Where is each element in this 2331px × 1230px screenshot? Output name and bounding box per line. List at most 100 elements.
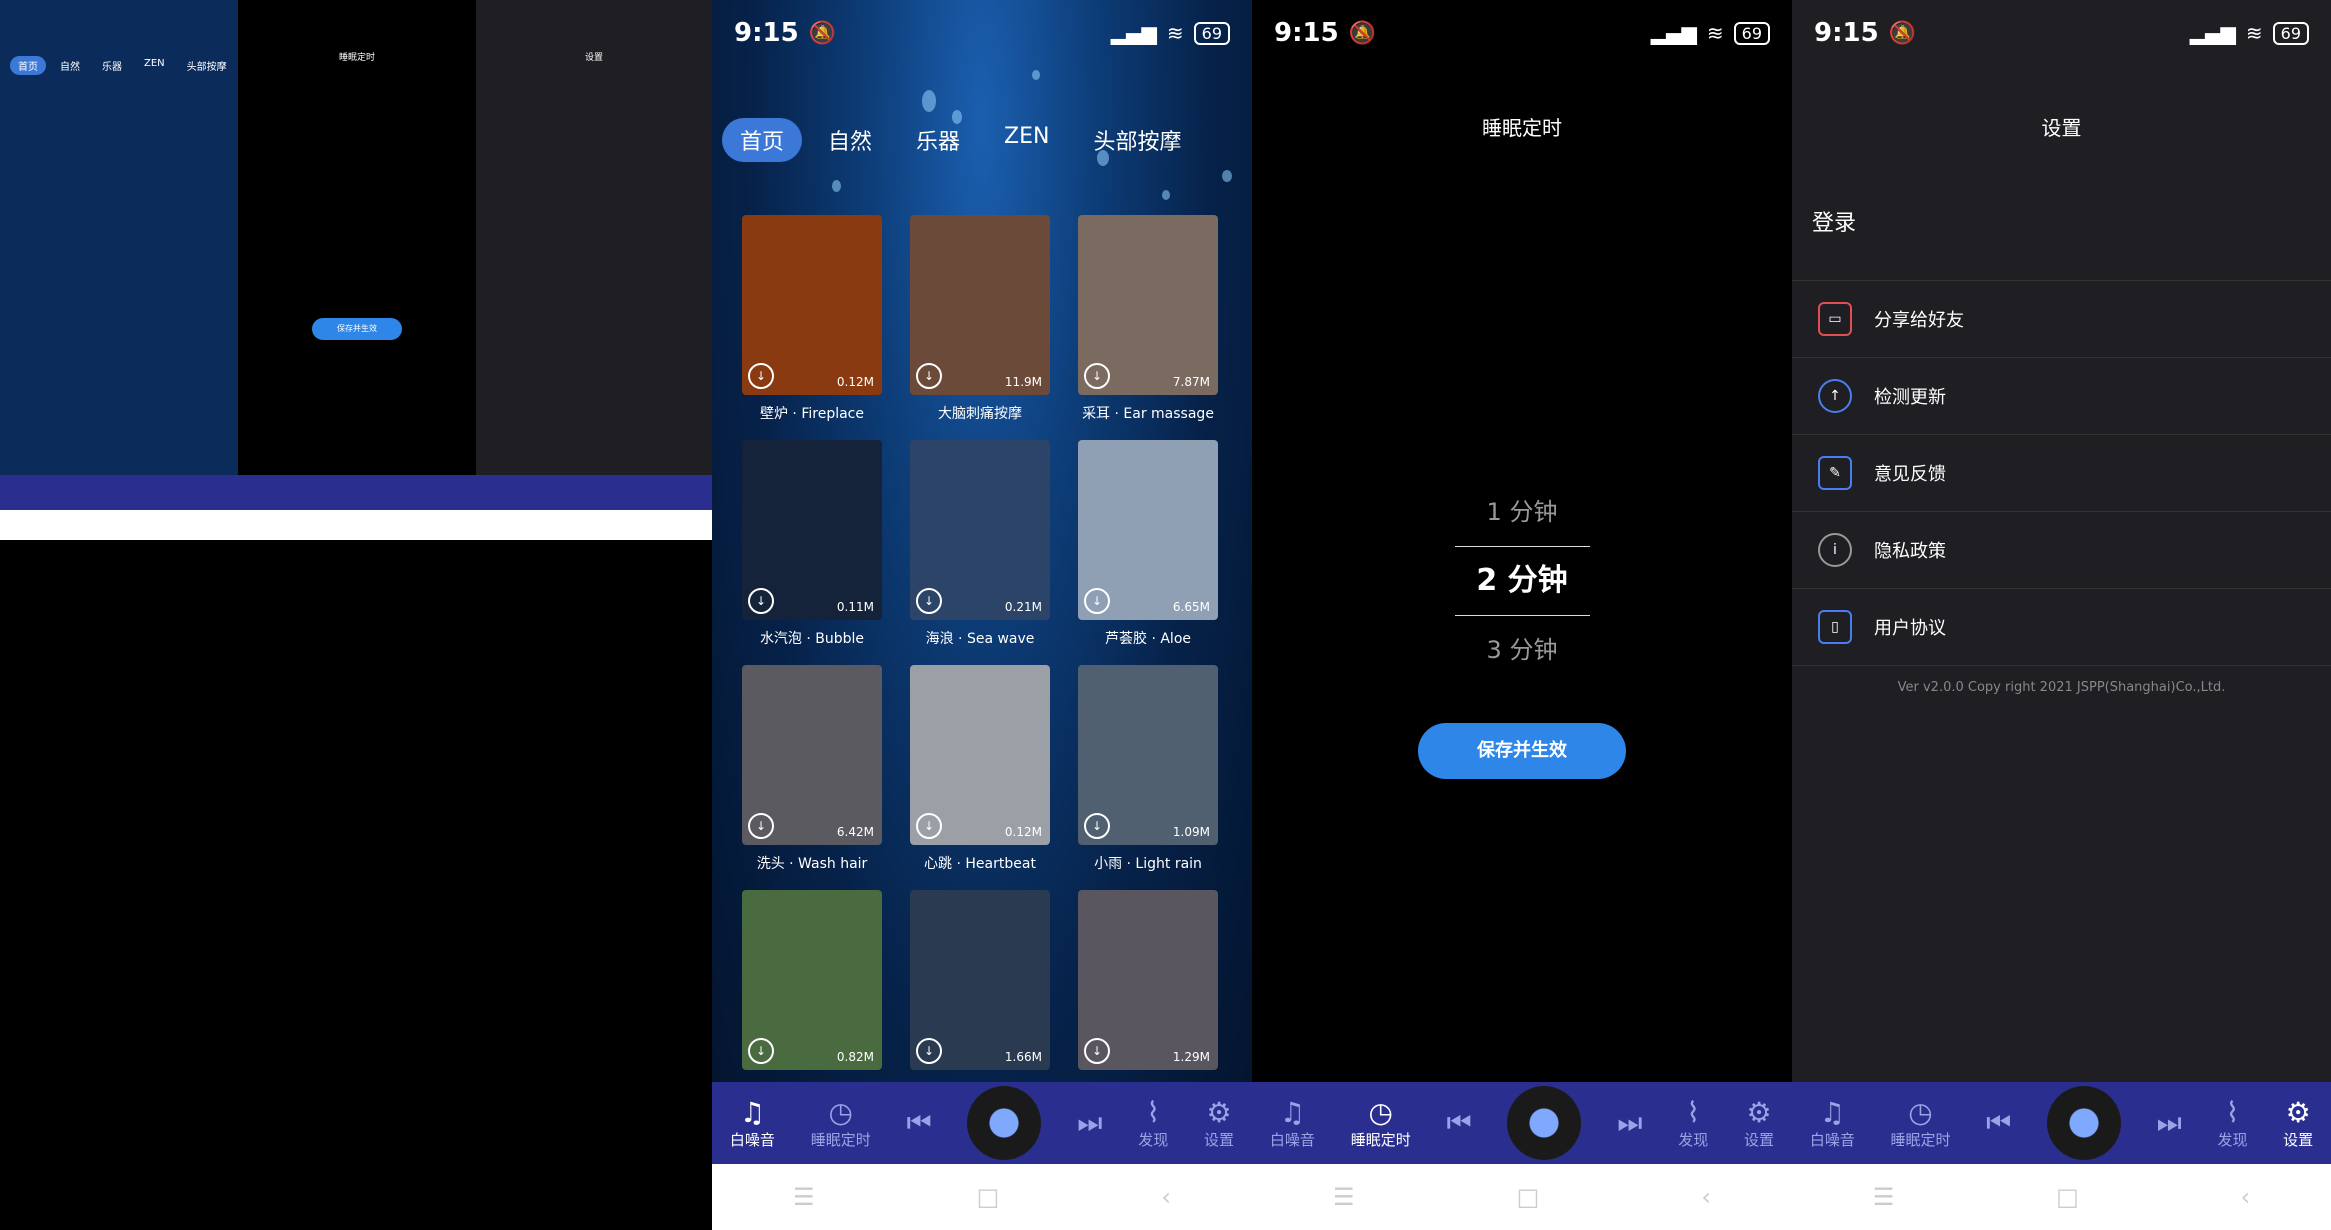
status-bar: 9:15 🔕 ▂▄▆ ≋ 69 (1252, 0, 1792, 66)
download-icon[interactable]: ↓ (1084, 363, 1110, 389)
nav-white-noise[interactable]: ♫ 白噪音 (730, 1096, 775, 1150)
login-link[interactable]: 登录 (1812, 205, 1856, 237)
file-size: 7.87M (1172, 375, 1210, 389)
sound-card[interactable]: ↓ 0.12M 心跳 · Heartbeat (910, 665, 1050, 890)
nav-white-noise[interactable]: ♫ 白噪音 (1270, 1096, 1315, 1150)
sound-thumbnail[interactable]: ↓ 0.12M (742, 215, 882, 395)
nav-discover[interactable]: ⌇ 发现 (1678, 1096, 1708, 1150)
download-icon[interactable]: ↓ (1084, 813, 1110, 839)
file-size: 11.9M (1004, 375, 1042, 389)
skip-previous-icon: ⏮ (1986, 1106, 2012, 1139)
sound-thumbnail[interactable]: ↓ 6.65M (1078, 440, 1218, 620)
home-square-icon[interactable]: □ (977, 1183, 1000, 1211)
sound-thumbnail[interactable]: ↓ 0.82M (742, 890, 882, 1070)
download-icon[interactable]: ↓ (916, 588, 942, 614)
nav-sleep-timer[interactable]: ◷ 睡眠定时 (811, 1096, 871, 1150)
skip-next-icon: ⏭ (1077, 1106, 1103, 1139)
nav-discover[interactable]: ⌇ 发现 (2217, 1096, 2247, 1150)
tab-nature[interactable]: 自然 (810, 118, 890, 162)
nav-sleep-timer[interactable]: ◷ 睡眠定时 (1890, 1096, 1950, 1150)
back-icon[interactable]: ‹ (1161, 1183, 1171, 1211)
row-privacy[interactable]: i 隐私政策 (1792, 512, 2331, 589)
sound-thumbnail[interactable]: ↓ 0.11M (742, 440, 882, 620)
sound-card[interactable]: ↓ 1.09M 小雨 · Light rain (1078, 665, 1218, 890)
download-icon[interactable]: ↓ (748, 813, 774, 839)
nav-sleep-timer[interactable]: ◷ 睡眠定时 (1351, 1096, 1411, 1150)
nav-settings[interactable]: ⚙ 设置 (1204, 1096, 1234, 1150)
row-user-agreement[interactable]: ▯ 用户协议 (1792, 589, 2331, 666)
battery-icon: 69 (2272, 21, 2309, 45)
next-button[interactable]: ⏭ (1077, 1106, 1102, 1140)
tab-head-massage[interactable]: 头部按摩 (1075, 118, 1199, 162)
sound-label: 大脑刺痛按摩 (938, 406, 1022, 422)
sound-card[interactable]: ↓ 0.11M 水汽泡 · Bubble (742, 440, 882, 665)
next-button[interactable]: ⏭ (1617, 1106, 1642, 1140)
status-right: ▂▄▆ ≋ 69 (1111, 21, 1230, 45)
download-icon[interactable]: ↓ (916, 813, 942, 839)
sound-thumbnail[interactable]: ↓ 1.09M (1078, 665, 1218, 845)
bottom-nav: ♫ 白噪音 ◷ 睡眠定时 ⏮ ⏭ ⌇ 发现 ⚙ 设置 (1252, 1082, 1792, 1164)
sound-card[interactable]: ↓ 0.21M 海浪 · Sea wave (910, 440, 1050, 665)
nav-settings[interactable]: ⚙ 设置 (1744, 1096, 1774, 1150)
sound-thumbnail[interactable]: ↓ 7.87M (1078, 215, 1218, 395)
play-disc-button[interactable] (967, 1086, 1042, 1160)
skip-previous-icon: ⏮ (1446, 1106, 1472, 1139)
clock-icon: ◷ (828, 1096, 853, 1129)
home-square-icon[interactable]: □ (1517, 1183, 1540, 1211)
download-icon[interactable]: ↓ (1084, 588, 1110, 614)
next-button[interactable]: ⏭ (2157, 1106, 2182, 1140)
row-feedback[interactable]: ✎ 意见反馈 (1792, 435, 2331, 512)
save-button[interactable]: 保存并生效 (1418, 723, 1626, 779)
picker-option[interactable]: 3 分钟 (1252, 616, 1792, 684)
file-size: 0.12M (1004, 825, 1042, 839)
sound-thumbnail[interactable]: ↓ 1.29M (1078, 890, 1218, 1070)
tab-instruments[interactable]: 乐器 (898, 118, 978, 162)
sound-thumbnail[interactable]: ↓ 0.21M (910, 440, 1050, 620)
nav-white-noise[interactable]: ♫ 白噪音 (1810, 1096, 1855, 1150)
sound-card[interactable]: ↓ 7.87M 采耳 · Ear massage (1078, 215, 1218, 440)
tab-zen[interactable]: ZEN (986, 118, 1067, 162)
prev-button[interactable]: ⏮ (906, 1106, 931, 1140)
preview-tab: ZEN (144, 58, 165, 69)
file-size: 6.65M (1172, 600, 1210, 614)
row-share[interactable]: ▭ 分享给好友 (1792, 281, 2331, 358)
download-icon[interactable]: ↓ (1084, 1038, 1110, 1064)
sound-card[interactable]: ↓ 0.12M 壁炉 · Fireplace (742, 215, 882, 440)
picker-option-selected[interactable]: 2 分钟 (1454, 546, 1590, 616)
nav-discover[interactable]: ⌇ 发现 (1138, 1096, 1168, 1150)
picker-option[interactable]: 1 分钟 (1252, 478, 1792, 546)
sound-card[interactable]: ↓ 6.42M 洗头 · Wash hair (742, 665, 882, 890)
play-disc-button[interactable] (2046, 1086, 2121, 1160)
bell-muted-icon: 🔕 (808, 20, 837, 46)
nav-settings[interactable]: ⚙ 设置 (2283, 1096, 2313, 1150)
sound-thumbnail[interactable]: ↓ 11.9M (910, 215, 1050, 395)
prev-button[interactable]: ⏮ (1986, 1106, 2011, 1140)
minute-picker[interactable]: 1 分钟 2 分钟 3 分钟 (1252, 478, 1792, 684)
skip-previous-icon: ⏮ (906, 1106, 932, 1139)
play-disc-button[interactable] (1507, 1086, 1582, 1160)
row-check-update[interactable]: ↑ 检测更新 (1792, 358, 2331, 435)
tab-home[interactable]: 首页 (722, 118, 803, 162)
download-icon[interactable]: ↓ (748, 363, 774, 389)
sound-card[interactable]: ↓ 6.65M 芦荟胶 · Aloe (1078, 440, 1218, 665)
menu-icon[interactable]: ☰ (1873, 1183, 1895, 1211)
wifi-icon: ≋ (1166, 21, 1184, 45)
sound-thumbnail[interactable]: ↓ 1.66M (910, 890, 1050, 1070)
sound-card[interactable]: ↓ 11.9M 大脑刺痛按摩 (910, 215, 1050, 440)
download-icon[interactable]: ↓ (916, 1038, 942, 1064)
file-size: 6.42M (836, 825, 874, 839)
download-icon[interactable]: ↓ (748, 588, 774, 614)
home-square-icon[interactable]: □ (2056, 1183, 2079, 1211)
prev-button[interactable]: ⏮ (1446, 1106, 1471, 1140)
menu-icon[interactable]: ☰ (793, 1183, 815, 1211)
download-icon[interactable]: ↓ (916, 363, 942, 389)
back-icon[interactable]: ‹ (2241, 1183, 2251, 1211)
menu-icon[interactable]: ☰ (1333, 1183, 1355, 1211)
nav-label: 设置 (1204, 1131, 1235, 1149)
sound-thumbnail[interactable]: ↓ 0.12M (910, 665, 1050, 845)
back-icon[interactable]: ‹ (1701, 1183, 1711, 1211)
wifi-icon: ≋ (1706, 21, 1724, 45)
page-title: 睡眠定时 (1482, 116, 1562, 140)
download-icon[interactable]: ↓ (748, 1038, 774, 1064)
sound-thumbnail[interactable]: ↓ 6.42M (742, 665, 882, 845)
